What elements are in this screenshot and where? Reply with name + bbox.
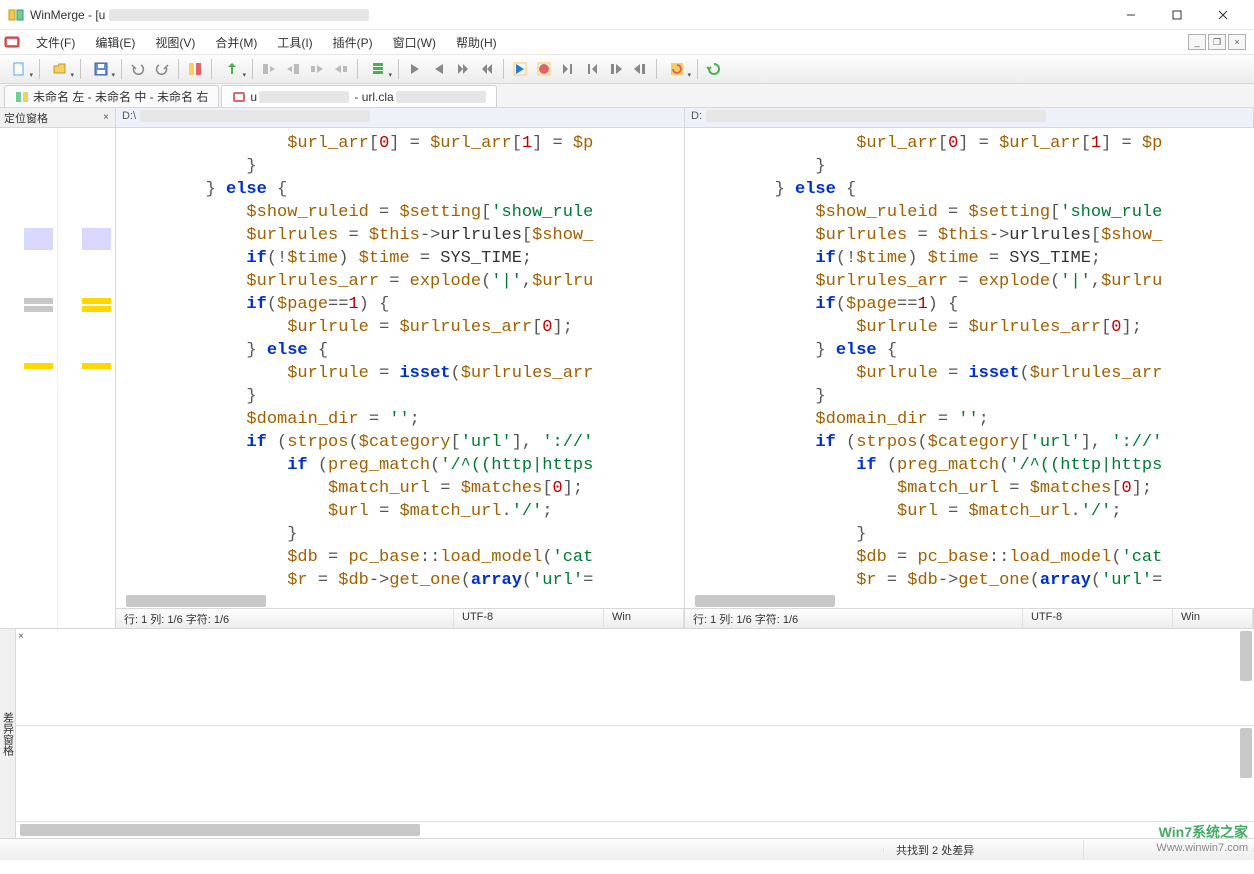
menu-file[interactable]: 文件(F) [26,32,85,53]
right-cursor-pos: 行: 1 列: 1/6 字符: 1/6 [685,609,1023,628]
menu-merge[interactable]: 合并(M) [205,32,267,53]
left-path: D:\ [116,108,685,127]
refresh-compare-button[interactable] [217,58,247,80]
copy-all-left-button[interactable] [282,58,304,80]
location-pane-body[interactable] [0,128,115,628]
document-tabs: 未命名 左 - 未命名 中 - 未命名 右 u - url.cla [0,84,1254,108]
left-cursor-pos: 行: 1 列: 1/6 字符: 1/6 [116,609,454,628]
prev-file-diff-button[interactable] [629,58,651,80]
prev-diff-button[interactable] [428,58,450,80]
left-eol: Win [604,609,684,628]
compare-tab-icon [232,90,246,104]
location-pane-title: 定位窗格 [4,110,48,126]
location-pane: 定位窗格 × [0,108,116,628]
menu-edit[interactable]: 编辑(E) [85,32,145,53]
status-left [0,848,884,852]
menu-plugin[interactable]: 插件(P) [323,32,383,53]
diff-row-bottom[interactable] [16,726,1254,823]
next-diff-button[interactable] [404,58,426,80]
menu-window[interactable]: 窗口(W) [383,32,446,53]
diff-h-scrollbar[interactable] [16,822,1254,838]
window-title: WinMerge - [u [30,8,1108,22]
reload-button[interactable] [703,58,725,80]
close-button[interactable] [1200,0,1246,30]
open-button[interactable] [45,58,75,80]
prev-prev-diff-button[interactable] [476,58,498,80]
redo-button[interactable] [151,58,173,80]
copy-all-right-button[interactable] [258,58,280,80]
status-right [1084,848,1254,852]
save-button[interactable] [86,58,116,80]
code-split: $url_arr[0] = $url_arr[1] = $p } } else … [116,128,1254,608]
menu-help[interactable]: 帮助(H) [446,32,507,53]
undo-button[interactable] [127,58,149,80]
app-menu-icon[interactable] [4,34,20,50]
first-diff-button[interactable] [509,58,531,80]
diff-bottom-v-scrollbar[interactable] [1238,726,1254,822]
title-bar: WinMerge - [u [0,0,1254,30]
toolbar [0,54,1254,84]
maximize-button[interactable] [1154,0,1200,30]
menu-view[interactable]: 视图(V) [145,32,205,53]
next-next-diff-button[interactable] [452,58,474,80]
tab-label: 未命名 左 - 未命名 中 - 未命名 右 [33,88,208,105]
right-h-scrollbar[interactable] [685,594,1254,608]
diff-top-v-scrollbar[interactable] [1238,629,1254,725]
all-diffs-button[interactable] [363,58,393,80]
left-encoding: UTF-8 [454,609,604,628]
compare-area: D:\ D: $url_arr[0] = $url_arr[1] = $p } … [116,108,1254,628]
status-diff-count: 共找到 2 处差异 [884,840,1084,860]
copy-left-button[interactable] [330,58,352,80]
main-status-bar: 共找到 2 处差异 [0,838,1254,860]
right-path: D: [685,108,1254,127]
first-file-diff-button[interactable] [581,58,603,80]
copy-right-button[interactable] [306,58,328,80]
pane-status-bar: 行: 1 列: 1/6 字符: 1/6 UTF-8 Win 行: 1 列: 1/… [116,608,1254,628]
diff-pane: 差异窗格 × [0,628,1254,838]
location-pane-header: 定位窗格 × [0,108,115,128]
left-code-pane[interactable]: $url_arr[0] = $url_arr[1] = $p } } else … [116,128,685,608]
new-button[interactable] [4,58,34,80]
mdi-restore-button[interactable]: ❐ [1208,34,1226,50]
menu-tool[interactable]: 工具(I) [267,32,322,53]
tab-untitled-compare[interactable]: 未命名 左 - 未命名 中 - 未命名 右 [4,85,219,107]
diff-pane-label: 差异窗格 [0,629,16,838]
refresh-button[interactable] [662,58,692,80]
left-h-scrollbar[interactable] [116,594,684,608]
path-bar: D:\ D: [116,108,1254,128]
mdi-close-button[interactable]: × [1228,34,1246,50]
diff-row-close-icon[interactable]: × [18,631,24,642]
menu-bar: 文件(F) 编辑(E) 视图(V) 合并(M) 工具(I) 插件(P) 窗口(W… [0,30,1254,54]
diff-indicator-icon[interactable] [184,58,206,80]
next-file-diff-button[interactable] [605,58,627,80]
tab-url-class[interactable]: u - url.cla [221,85,496,107]
last-file-diff-button[interactable] [557,58,579,80]
right-code-pane[interactable]: $url_arr[0] = $url_arr[1] = $p } } else … [685,128,1254,608]
diff-row-top[interactable]: × [16,629,1254,726]
current-diff-button[interactable] [533,58,555,80]
right-eol: Win [1173,609,1253,628]
right-encoding: UTF-8 [1023,609,1173,628]
minimize-button[interactable] [1108,0,1154,30]
compare-tab-icon [15,90,29,104]
workspace: 定位窗格 × D:\ D: [0,108,1254,628]
tab-label: u - url.cla [250,90,485,104]
location-pane-close-icon[interactable]: × [101,112,111,123]
mdi-minimize-button[interactable]: _ [1188,34,1206,50]
app-icon [8,7,24,23]
